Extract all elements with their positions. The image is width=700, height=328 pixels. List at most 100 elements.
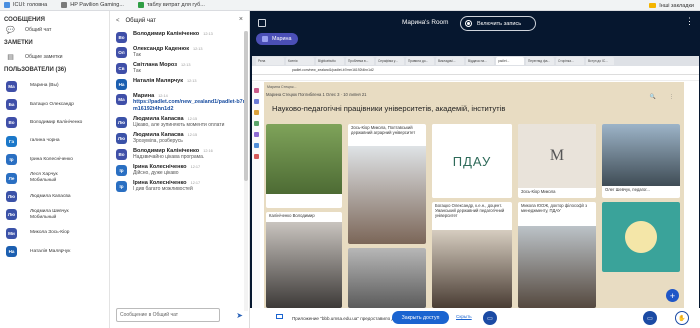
user-name: Володимир Калініченко — [30, 119, 83, 125]
message-time: 12:14 — [158, 94, 168, 98]
chat-message: Ма Марина 12:14 https://padlet.com/new_zeal… — [110, 93, 249, 113]
close-icon[interactable]: × — [239, 16, 243, 23]
padlet-card[interactable]: Калініченко Володимир — [266, 212, 342, 308]
browser-tab[interactable]: Перегляд фа... — [526, 57, 554, 65]
padlet-card[interactable]: Олег Шевчук, педагог... — [602, 124, 680, 198]
browser-tab[interactable]: Викладачі... — [436, 57, 464, 65]
avatar: Ма — [116, 94, 127, 105]
padlet-card[interactable]: M Зось-Кіор Микола — [518, 124, 596, 198]
padlet-card[interactable] — [266, 124, 342, 208]
browser-tab[interactable]: Ксенія — [286, 57, 314, 65]
message-link[interactable]: https://padlet.com/new_zealand1/padlet-b… — [133, 99, 249, 113]
chat-input[interactable]: Сообщение в Общий чат — [116, 308, 220, 322]
shared-notes-item[interactable]: ▤ Общие заметки — [0, 50, 109, 63]
padlet-card[interactable]: Богацко Олександр, к.е.н., доцент. Уманс… — [432, 202, 512, 308]
bookmark-favicon — [137, 2, 144, 8]
send-icon[interactable]: ➤ — [236, 311, 243, 320]
message-text: Цікаво, але зупиняють моменти оплати — [133, 122, 225, 128]
user-list: Ма Марина (Вы) Ба Батацко Олександр Во Володи… — [0, 77, 109, 261]
users-heading: ПОЛЬЗОВАТЕЛИ (36) — [4, 67, 67, 73]
user-item[interactable]: Ба Батацко Олександр — [0, 95, 109, 113]
chat-message: Лю Людмила Капасва 12:15 Зрозуміла, розберу… — [110, 132, 249, 145]
browser-tab[interactable]: Проблема в... — [346, 57, 374, 65]
chat-scrollbar[interactable] — [244, 31, 248, 311]
browser-tab[interactable]: Правила до... — [406, 57, 434, 65]
room-title: Марина's Room — [402, 19, 449, 26]
public-chat-item[interactable]: 💬 Общий чат — [0, 23, 109, 36]
chat-message: Лю Людмила Капасва 12:15 Цікаво, але зупиня… — [110, 116, 249, 129]
padlet-board: Марина Стецюк... Марина Стецюк Поглиблен… — [264, 82, 684, 308]
shared-screen: Рела Ксенія Bigbluebutto Проблема в... Сераф… — [252, 56, 699, 308]
hand-raise-icon[interactable]: ✋ — [675, 311, 689, 325]
scrollbar-thumb[interactable] — [244, 31, 248, 181]
user-name: Леся Харчук Мобильный — [30, 172, 58, 184]
user-item[interactable]: Лю Людмила Капасва — [0, 187, 109, 205]
stop-sharing-button[interactable]: Закрыть доступ — [392, 311, 449, 324]
menu-icon[interactable]: ⋮ — [669, 94, 674, 100]
avatar: На — [6, 246, 17, 258]
message-time: 12:16 — [203, 149, 213, 153]
chat-message: Во Володимир Калініченко 12:13 — [110, 31, 249, 43]
bookmark-item[interactable]: ICUI: головна — [4, 2, 47, 8]
padlet-card[interactable]: Зось-Кіор Микола, Полтавський державний … — [348, 124, 426, 244]
user-item[interactable]: Во Володимир Калініченко — [0, 114, 109, 132]
user-item[interactable]: Ір Ірина Колесніченко — [0, 151, 109, 169]
screen-share-toggle[interactable]: ▭ — [483, 311, 497, 325]
sender-label: Володимир Калініченко — [133, 31, 200, 37]
browser-tab[interactable]: Серафіма у... — [376, 57, 404, 65]
message-list: Во Володимир Калініченко 12:13 Ол Олександр … — [110, 31, 249, 193]
user-item[interactable]: Ма Марина (Вы) — [0, 77, 109, 95]
browser-tab[interactable]: Bigbluebutto — [316, 57, 344, 65]
sender-name: Наталія Малярчук 12:13 — [133, 78, 249, 84]
padlet-card[interactable] — [348, 248, 426, 308]
message-time: 12:13 — [187, 79, 197, 83]
user-item[interactable]: На Наталія Малярчук — [0, 243, 109, 261]
avatar: Св — [116, 63, 127, 74]
chat-message: Ір Ірина Колесніченко 12:17 І див багато мо… — [110, 180, 249, 193]
user-name: Ірина Колесніченко — [30, 156, 73, 162]
padlet-heading: Науково-педагогічні працівники університ… — [272, 104, 506, 113]
padlet-card[interactable]: ПДАУ — [432, 124, 512, 198]
user-item[interactable]: Ми Микола Зось-Кіор — [0, 224, 109, 242]
padlet-card[interactable] — [602, 202, 680, 272]
zoom-icon[interactable]: 🔍 — [650, 94, 656, 100]
record-button[interactable]: Включить запись — [460, 16, 536, 31]
browser-tabs: Рела Ксенія Bigbluebutto Проблема в... Сераф… — [252, 56, 699, 66]
browser-tab[interactable]: Сторінка... — [556, 57, 584, 65]
avatar: Во — [116, 149, 127, 160]
hide-link[interactable]: Скрыть — [456, 314, 472, 319]
card-photo — [602, 202, 680, 272]
padlet-card[interactable]: Микола ЮОЖ, доктор філософії з менеджмен… — [518, 202, 596, 308]
chat-title: Общий чат — [125, 18, 157, 24]
message-text: Дійсно, дуже цікаво — [133, 170, 179, 176]
card-photo — [348, 248, 426, 308]
user-item[interactable]: Лю Людмила Шевчук Мобильный — [0, 206, 109, 224]
user-item[interactable]: Га галина чорна — [0, 132, 109, 150]
messages-heading: СООБЩЕНИЯ — [4, 17, 45, 23]
browser-tab[interactable]: Рела — [256, 57, 284, 65]
message-text: Так — [133, 68, 141, 74]
card-caption: Зось-Кіор Микола, Полтавський державний … — [351, 125, 416, 135]
presentation-icon[interactable]: ▭ — [643, 311, 657, 325]
card-caption: Олег Шевчук, педагог... — [605, 187, 650, 192]
screen-share-bar: Приложение "bbb.umsa.edu.ua" предоставил… — [250, 308, 700, 328]
other-bookmarks[interactable]: Інші закладки — [649, 0, 694, 11]
avatar: Ір — [116, 181, 127, 192]
browser-tab[interactable]: Вступ до IC... — [586, 57, 614, 65]
avatar: На — [116, 79, 127, 90]
layout-icon[interactable] — [258, 19, 266, 27]
bookmark-item[interactable]: HP Pavilion Gaming... — [61, 2, 124, 8]
chat-message: Ол Олександр Каденюк 12:13 Так — [110, 46, 249, 59]
message-text: І див багато можливостей — [133, 186, 193, 192]
browser-tab[interactable]: padlet... — [496, 57, 524, 65]
user-item[interactable]: Ле Леся Харчук Мобильный — [0, 169, 109, 187]
avatar: Ми — [6, 227, 17, 239]
back-icon[interactable]: < — [116, 18, 120, 24]
user-name: галина чорна — [30, 138, 60, 144]
more-options-icon[interactable]: ⋮ — [685, 16, 694, 27]
browser-tab[interactable]: Віддача на... — [466, 57, 494, 65]
notes-icon: ▤ — [7, 53, 14, 61]
add-post-button[interactable]: + — [666, 289, 679, 302]
bookmark-item[interactable]: таблу витрат для губ... — [137, 2, 205, 8]
card-caption: Зось-Кіор Микола — [521, 189, 556, 194]
